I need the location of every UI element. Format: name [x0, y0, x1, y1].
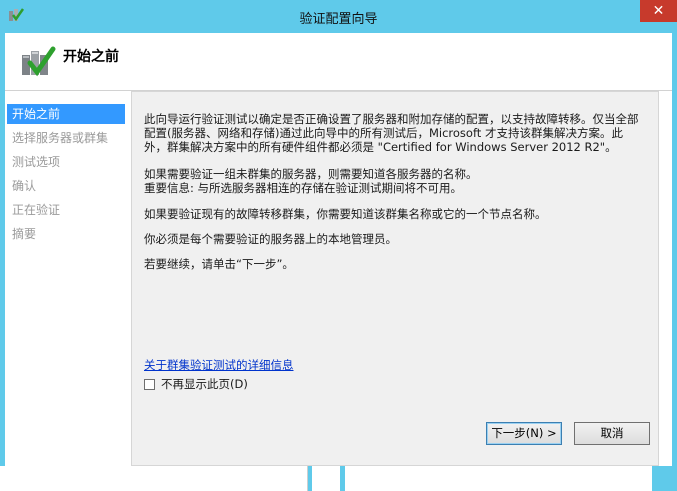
background-window-fragment: [345, 466, 652, 491]
dont-show-again-checkbox[interactable]: [144, 378, 155, 390]
title-bar[interactable]: 验证配置向导 ✕: [0, 0, 677, 33]
window-title: 验证配置向导: [299, 12, 378, 27]
validation-details-link[interactable]: 关于群集验证测试的详细信息: [144, 357, 294, 373]
storage-warning-text: 重要信息: 与所选服务器相连的存储在验证测试期间将不可用。: [144, 181, 463, 195]
existing-cluster-text: 如果要验证现有的故障转移群集，你需要知道该群集名称或它的一个节点名称。: [144, 207, 547, 221]
cluster-validation-check-icon: [22, 46, 56, 77]
page-title: 开始之前: [63, 49, 119, 65]
intro-paragraph: 此向导运行验证测试以确定是否正确设置了服务器和附加存储的配置，以支持故障转移。仅…: [144, 112, 639, 154]
nav-step-before-you-begin[interactable]: 开始之前: [7, 104, 125, 124]
cancel-button[interactable]: 取消: [574, 422, 650, 445]
background-window-fragment: [0, 466, 308, 491]
dont-show-again-row[interactable]: 不再显示此页(D): [144, 376, 248, 392]
nav-step-testing-options[interactable]: 测试选项: [7, 152, 125, 172]
wizard-steps-nav: 开始之前 选择服务器或群集 测试选项 确认 正在验证 摘要: [5, 91, 130, 466]
wizard-header: 开始之前: [5, 33, 672, 91]
nav-step-validating[interactable]: 正在验证: [7, 200, 125, 220]
close-button[interactable]: ✕: [640, 0, 677, 22]
nav-step-summary[interactable]: 摘要: [7, 224, 125, 244]
nav-step-confirmation[interactable]: 确认: [7, 176, 125, 196]
dont-show-again-label[interactable]: 不再显示此页(D): [161, 376, 248, 392]
background-window-fragment: [312, 466, 340, 491]
unclustered-servers-text: 如果需要验证一组未群集的服务器，则需要知道各服务器的名称。: [144, 167, 478, 181]
next-button[interactable]: 下一步(N) >: [486, 422, 562, 445]
continue-instruction-text: 若要继续，请单击“下一步”。: [144, 257, 294, 271]
wizard-client-area: 开始之前 开始之前 选择服务器或群集 测试选项 确认 正在验证 摘要 此向导运行…: [5, 33, 672, 466]
nav-step-select-servers[interactable]: 选择服务器或群集: [7, 128, 125, 148]
admin-requirement-text: 你必须是每个需要验证的服务器上的本地管理员。: [144, 232, 397, 246]
wizard-content-pane: 此向导运行验证测试以确定是否正确设置了服务器和附加存储的配置，以支持故障转移。仅…: [131, 91, 659, 466]
